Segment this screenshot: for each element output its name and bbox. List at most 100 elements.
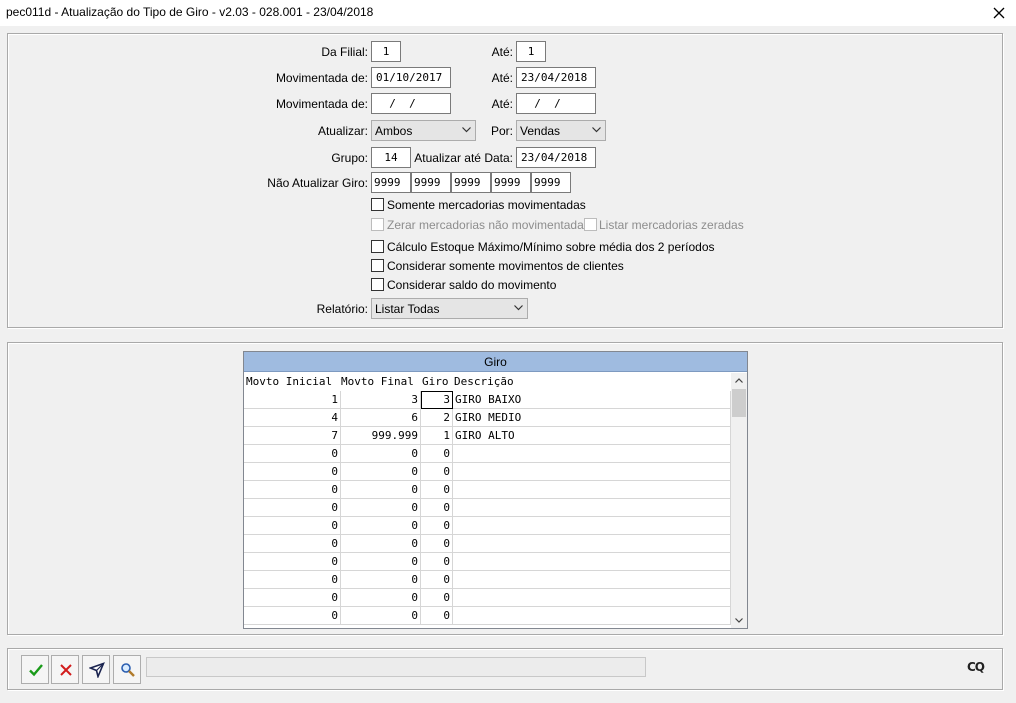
scroll-down-button[interactable] (731, 612, 747, 628)
movto-final-cell[interactable]: 0 (341, 463, 421, 481)
descricao-cell[interactable] (453, 481, 731, 499)
nao-atualizar-input-4[interactable]: 9999 (491, 172, 531, 193)
giro-cell[interactable]: 0 (421, 517, 453, 535)
movto-final-cell[interactable]: 0 (341, 589, 421, 607)
nao-atualizar-input-5[interactable]: 9999 (531, 172, 571, 193)
movto-inicial-cell[interactable]: 0 (244, 499, 341, 517)
filter-button[interactable] (82, 655, 110, 684)
movto-inicial-cell[interactable]: 0 (244, 481, 341, 499)
nao-atualizar-input-3[interactable]: 9999 (451, 172, 491, 193)
confirm-button[interactable] (21, 655, 49, 684)
descricao-cell[interactable] (453, 445, 731, 463)
descricao-cell[interactable] (453, 553, 731, 571)
clientes-checkbox[interactable] (371, 259, 384, 272)
chevron-down-icon (592, 127, 601, 133)
giro-cell[interactable]: 3 (421, 391, 453, 409)
table-row[interactable]: 000 (244, 589, 731, 607)
ate-data-input[interactable]: 23/04/2018 (516, 147, 596, 168)
movto-final-cell[interactable]: 0 (341, 535, 421, 553)
movto-final-cell[interactable]: 6 (341, 409, 421, 427)
descricao-cell[interactable] (453, 499, 731, 517)
col-movto-final[interactable]: Movto Final (341, 375, 414, 388)
giro-cell[interactable]: 1 (421, 427, 453, 445)
descricao-cell[interactable] (453, 463, 731, 481)
movto-final-cell[interactable]: 0 (341, 553, 421, 571)
table-row[interactable]: 1 3 3 GIRO BAIXO (244, 391, 731, 409)
table-row[interactable]: 000 (244, 445, 731, 463)
giro-cell[interactable]: 0 (421, 445, 453, 463)
movto-final-cell[interactable]: 0 (341, 571, 421, 589)
filial-from-input[interactable]: 1 (371, 41, 401, 62)
giro-cell[interactable]: 0 (421, 499, 453, 517)
scroll-thumb[interactable] (732, 389, 746, 417)
search-button[interactable] (113, 655, 141, 684)
descricao-cell[interactable] (453, 535, 731, 553)
movto-final-cell[interactable]: 0 (341, 607, 421, 625)
giro-cell[interactable]: 0 (421, 535, 453, 553)
movto-inicial-cell[interactable]: 0 (244, 607, 341, 625)
giro-cell[interactable]: 0 (421, 463, 453, 481)
mov2-from-input[interactable]: / / (371, 93, 451, 114)
descricao-cell[interactable] (453, 517, 731, 535)
grid-scrollbar[interactable] (731, 373, 747, 628)
mov2-to-input[interactable]: / / (516, 93, 596, 114)
table-row[interactable]: 000 (244, 607, 731, 625)
mov1-to-input[interactable]: 23/04/2018 (516, 67, 596, 88)
giro-cell[interactable]: 0 (421, 607, 453, 625)
table-row[interactable]: 000 (244, 499, 731, 517)
movto-final-cell[interactable]: 0 (341, 481, 421, 499)
movto-inicial-cell[interactable]: 0 (244, 517, 341, 535)
scroll-up-button[interactable] (731, 373, 747, 389)
relatorio-select[interactable]: Listar Todas (371, 298, 528, 319)
atualizar-select[interactable]: Ambos (371, 120, 476, 141)
nao-atualizar-input-1[interactable]: 9999 (371, 172, 411, 193)
table-row[interactable]: 000 (244, 535, 731, 553)
movto-inicial-cell[interactable]: 7 (244, 427, 341, 445)
somente-checkbox[interactable] (371, 198, 384, 211)
table-row[interactable]: 7 999.999 1 GIRO ALTO (244, 427, 731, 445)
relatorio-label: Relatório: (316, 302, 368, 316)
movto-inicial-cell[interactable]: 0 (244, 535, 341, 553)
movto-inicial-cell[interactable]: 1 (244, 391, 341, 409)
movto-inicial-cell[interactable]: 0 (244, 589, 341, 607)
descricao-cell[interactable]: GIRO BAIXO (453, 391, 731, 409)
col-descricao[interactable]: Descrição (454, 375, 514, 388)
por-select[interactable]: Vendas (516, 120, 606, 141)
giro-grid[interactable]: Giro Movto Inicial Movto Final Giro Desc… (243, 351, 748, 629)
filial-to-input[interactable]: 1 (516, 41, 546, 62)
giro-cell[interactable]: 0 (421, 589, 453, 607)
col-giro[interactable]: Giro (422, 375, 449, 388)
giro-cell[interactable]: 0 (421, 571, 453, 589)
descricao-cell[interactable] (453, 589, 731, 607)
col-movto-inicial[interactable]: Movto Inicial (246, 375, 332, 388)
saldo-checkbox[interactable] (371, 278, 384, 291)
table-row[interactable]: 000 (244, 553, 731, 571)
table-row[interactable]: 000 (244, 481, 731, 499)
cancel-button[interactable] (51, 655, 79, 684)
movto-final-cell[interactable]: 3 (341, 391, 421, 409)
movto-final-cell[interactable]: 0 (341, 517, 421, 535)
descricao-cell[interactable] (453, 571, 731, 589)
close-button[interactable] (982, 0, 1016, 26)
descricao-cell[interactable]: GIRO ALTO (453, 427, 731, 445)
movto-final-cell[interactable]: 0 (341, 445, 421, 463)
movto-inicial-cell[interactable]: 0 (244, 553, 341, 571)
table-row[interactable]: 4 6 2 GIRO MEDIO (244, 409, 731, 427)
mov1-from-input[interactable]: 01/10/2017 (371, 67, 451, 88)
movto-final-cell[interactable]: 999.999 (341, 427, 421, 445)
movto-final-cell[interactable]: 0 (341, 499, 421, 517)
movto-inicial-cell[interactable]: 4 (244, 409, 341, 427)
calculo-checkbox[interactable] (371, 240, 384, 253)
descricao-cell[interactable] (453, 607, 731, 625)
movto-inicial-cell[interactable]: 0 (244, 463, 341, 481)
nao-atualizar-input-2[interactable]: 9999 (411, 172, 451, 193)
giro-cell[interactable]: 0 (421, 481, 453, 499)
table-row[interactable]: 000 (244, 517, 731, 535)
movto-inicial-cell[interactable]: 0 (244, 445, 341, 463)
movto-inicial-cell[interactable]: 0 (244, 571, 341, 589)
giro-cell[interactable]: 0 (421, 553, 453, 571)
table-row[interactable]: 000 (244, 463, 731, 481)
descricao-cell[interactable]: GIRO MEDIO (453, 409, 731, 427)
giro-cell[interactable]: 2 (421, 409, 453, 427)
table-row[interactable]: 000 (244, 571, 731, 589)
